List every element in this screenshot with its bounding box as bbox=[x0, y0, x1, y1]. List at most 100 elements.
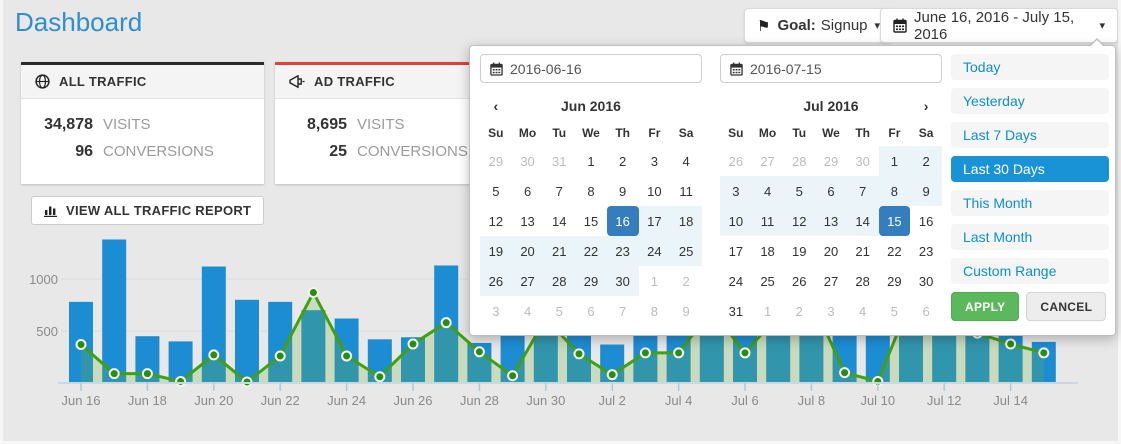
calendar-day[interactable]: 29 bbox=[879, 266, 911, 296]
preset-custom-range[interactable]: Custom Range bbox=[951, 258, 1109, 284]
calendar-day[interactable]: 1 bbox=[575, 146, 607, 176]
calendar-day[interactable]: 11 bbox=[752, 206, 784, 236]
calendar-day[interactable]: 6 bbox=[575, 296, 607, 326]
calendar-day[interactable]: 7 bbox=[847, 176, 879, 206]
data-point[interactable] bbox=[276, 351, 285, 360]
calendar-day[interactable]: 5 bbox=[783, 176, 815, 206]
calendar-day[interactable]: 28 bbox=[847, 266, 879, 296]
data-point[interactable] bbox=[342, 351, 351, 360]
data-point[interactable] bbox=[840, 368, 849, 377]
calendar-day[interactable]: 21 bbox=[847, 236, 879, 266]
calendar-day[interactable]: 1 bbox=[639, 266, 671, 296]
view-all-traffic-report-button[interactable]: VIEW ALL TRAFFIC REPORT bbox=[31, 196, 264, 225]
preset-last-7-days[interactable]: Last 7 Days bbox=[951, 122, 1109, 148]
calendar-day[interactable]: 13 bbox=[512, 206, 544, 236]
data-point[interactable] bbox=[143, 369, 152, 378]
calendar-day[interactable]: 23 bbox=[910, 236, 942, 266]
calendar-day[interactable]: 30 bbox=[910, 266, 942, 296]
calendar-day[interactable]: 28 bbox=[783, 146, 815, 176]
calendar-day[interactable]: 25 bbox=[752, 266, 784, 296]
calendar-day[interactable]: 9 bbox=[607, 176, 639, 206]
calendar-day[interactable]: 14 bbox=[543, 206, 575, 236]
data-point[interactable] bbox=[1006, 340, 1015, 349]
calendar-day[interactable]: 18 bbox=[670, 206, 702, 236]
calendar-day[interactable]: 7 bbox=[543, 176, 575, 206]
calendar-day[interactable]: 2 bbox=[783, 296, 815, 326]
data-point[interactable] bbox=[575, 349, 584, 358]
data-point[interactable] bbox=[1039, 348, 1048, 357]
calendar-day[interactable]: 27 bbox=[512, 266, 544, 296]
calendar-day[interactable]: 16 bbox=[607, 206, 639, 236]
calendar-day[interactable]: 29 bbox=[575, 266, 607, 296]
calendar-day[interactable]: 30 bbox=[607, 266, 639, 296]
calendar-day[interactable]: 5 bbox=[879, 296, 911, 326]
calendar-day[interactable]: 3 bbox=[480, 296, 512, 326]
data-point[interactable] bbox=[508, 371, 517, 380]
calendar-day[interactable]: 4 bbox=[752, 176, 784, 206]
calendar-day[interactable]: 27 bbox=[815, 266, 847, 296]
calendar-day[interactable]: 4 bbox=[847, 296, 879, 326]
calendar-day[interactable]: 7 bbox=[607, 296, 639, 326]
data-point[interactable] bbox=[110, 369, 119, 378]
calendar-day[interactable]: 30 bbox=[847, 146, 879, 176]
calendar-day[interactable]: 22 bbox=[879, 236, 911, 266]
calendar-day[interactable]: 8 bbox=[575, 176, 607, 206]
calendar-day[interactable]: 14 bbox=[847, 206, 879, 236]
calendar-day[interactable]: 3 bbox=[639, 146, 671, 176]
calendar-day[interactable]: 4 bbox=[670, 146, 702, 176]
calendar-day[interactable]: 24 bbox=[639, 236, 671, 266]
data-point[interactable] bbox=[375, 372, 384, 381]
calendar-day[interactable]: 10 bbox=[639, 176, 671, 206]
calendar-day[interactable]: 17 bbox=[720, 236, 752, 266]
calendar-day[interactable]: 29 bbox=[480, 146, 512, 176]
calendar-day[interactable]: 10 bbox=[720, 206, 752, 236]
preset-yesterday[interactable]: Yesterday bbox=[951, 88, 1109, 114]
calendar-day[interactable]: 1 bbox=[879, 146, 911, 176]
calendar-day[interactable]: 17 bbox=[639, 206, 671, 236]
calendar-day[interactable]: 4 bbox=[512, 296, 544, 326]
data-point[interactable] bbox=[674, 348, 683, 357]
calendar-day[interactable]: 26 bbox=[783, 266, 815, 296]
calendar-day[interactable]: 31 bbox=[720, 296, 752, 326]
calendar-day[interactable]: 3 bbox=[815, 296, 847, 326]
data-point[interactable] bbox=[475, 347, 484, 356]
calendar-day[interactable]: 8 bbox=[639, 296, 671, 326]
end-date-input[interactable] bbox=[750, 61, 932, 77]
calendar-day[interactable]: 21 bbox=[543, 236, 575, 266]
calendar-day[interactable]: 12 bbox=[783, 206, 815, 236]
data-point[interactable] bbox=[209, 350, 218, 359]
start-date-input[interactable] bbox=[510, 61, 692, 77]
cancel-button[interactable]: CANCEL bbox=[1026, 292, 1106, 321]
calendar-day[interactable]: 19 bbox=[783, 236, 815, 266]
calendar-day[interactable]: 5 bbox=[543, 296, 575, 326]
data-point[interactable] bbox=[741, 348, 750, 357]
calendar-day[interactable]: 12 bbox=[480, 206, 512, 236]
preset-last-month[interactable]: Last Month bbox=[951, 224, 1109, 250]
calendar-day[interactable]: 1 bbox=[752, 296, 784, 326]
data-point[interactable] bbox=[309, 288, 318, 297]
apply-button[interactable]: APPLY bbox=[951, 292, 1019, 321]
calendar-day[interactable]: 30 bbox=[512, 146, 544, 176]
calendar-day[interactable]: 11 bbox=[670, 176, 702, 206]
preset-today[interactable]: Today bbox=[951, 54, 1109, 80]
calendar-day[interactable]: 2 bbox=[607, 146, 639, 176]
calendar-day[interactable]: 9 bbox=[910, 176, 942, 206]
calendar-day[interactable]: 8 bbox=[879, 176, 911, 206]
data-point[interactable] bbox=[641, 348, 650, 357]
calendar-day[interactable]: 6 bbox=[815, 176, 847, 206]
data-point[interactable] bbox=[77, 340, 86, 349]
next-month-icon[interactable]: › bbox=[910, 92, 942, 119]
calendar-day[interactable]: 2 bbox=[670, 266, 702, 296]
preset-this-month[interactable]: This Month bbox=[951, 190, 1109, 216]
calendar-day[interactable]: 15 bbox=[575, 206, 607, 236]
calendar-day[interactable]: 3 bbox=[720, 176, 752, 206]
calendar-day[interactable]: 26 bbox=[480, 266, 512, 296]
calendar-day[interactable]: 13 bbox=[815, 206, 847, 236]
calendar-day[interactable]: 29 bbox=[815, 146, 847, 176]
bar[interactable] bbox=[102, 239, 126, 383]
calendar-day[interactable]: 23 bbox=[607, 236, 639, 266]
calendar-day[interactable]: 26 bbox=[720, 146, 752, 176]
bar[interactable] bbox=[235, 300, 259, 383]
calendar-day[interactable]: 24 bbox=[720, 266, 752, 296]
calendar-day[interactable]: 6 bbox=[512, 176, 544, 206]
